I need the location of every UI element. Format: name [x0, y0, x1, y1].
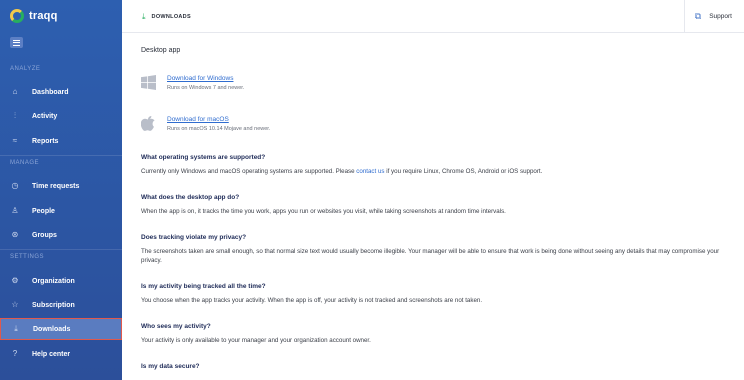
section-manage: MANAGE — [10, 160, 40, 166]
faq-item: Is my data secure? — [141, 363, 731, 370]
chat-icon: ⧉ — [694, 11, 702, 21]
faq-answer: Currently only Windows and macOS operati… — [141, 168, 543, 175]
top-bar: ⤓ DOWNLOADS ⧉ Support — [122, 0, 744, 33]
macos-download: Download for macOS Runs on macOS 10.14 M… — [141, 116, 270, 132]
section-heading: Desktop app — [141, 47, 181, 54]
sidebar-item-downloads[interactable]: ⤓ Downloads — [0, 318, 122, 340]
faq-question: Does tracking violate my privacy? — [141, 234, 247, 241]
sidebar-item-activity[interactable]: ⫶ Activity — [0, 105, 122, 127]
sidebar: traqq ANALYZE ⌂ Dashboard ⫶ Activity ≈ R… — [0, 0, 122, 380]
windows-download: Download for Windows Runs on Windows 7 a… — [141, 75, 244, 91]
breadcrumb: ⤓ DOWNLOADS — [142, 12, 191, 22]
gear-icon: ⚙ — [11, 276, 19, 285]
download-windows-link[interactable]: Download for Windows — [167, 75, 244, 82]
logo-icon — [10, 9, 24, 23]
download-macos-link[interactable]: Download for macOS — [167, 116, 270, 123]
faq-item: Does tracking violate my privacy? The sc… — [141, 234, 731, 265]
contact-us-link[interactable]: contact us — [356, 168, 384, 175]
faq-item: Is my activity being tracked all the tim… — [141, 283, 731, 305]
logo[interactable]: traqq — [10, 9, 58, 23]
faq-item: Who sees my activity? Your activity is o… — [141, 323, 731, 345]
download-icon: ⤓ — [14, 324, 18, 333]
sidebar-item-groups[interactable]: ⊛ Groups — [0, 224, 122, 246]
faq-item: What operating systems are supported? Cu… — [141, 154, 731, 176]
people-icon: ♙ — [11, 206, 19, 215]
sidebar-item-dashboard[interactable]: ⌂ Dashboard — [0, 81, 122, 103]
faq-answer: You choose when the app tracks your acti… — [141, 297, 483, 304]
home-icon: ⌂ — [12, 87, 18, 96]
help-icon: ? — [12, 349, 18, 358]
faq-item: What does the desktop app do? When the a… — [141, 194, 731, 216]
sidebar-item-subscription[interactable]: ☆ Subscription — [0, 294, 122, 316]
faq-question: Is my data secure? — [141, 363, 200, 370]
divider — [0, 249, 122, 250]
clock-icon: ◷ — [11, 181, 19, 190]
faq-answer: When the app is on, it tracks the time y… — [141, 208, 506, 215]
star-icon: ☆ — [11, 300, 19, 309]
apple-icon — [141, 116, 155, 131]
windows-icon — [141, 75, 156, 90]
section-analyze: ANALYZE — [10, 66, 41, 72]
sidebar-item-organization[interactable]: ⚙ Organization — [0, 270, 122, 292]
sidebar-item-reports[interactable]: ≈ Reports — [0, 130, 122, 152]
bar-chart-icon: ⫶ — [14, 111, 16, 120]
faq-question: Is my activity being tracked all the tim… — [141, 283, 266, 290]
sidebar-item-time-requests[interactable]: ◷ Time requests — [0, 175, 122, 197]
faq-answer: Your activity is only available to your … — [141, 337, 371, 344]
divider — [0, 155, 122, 156]
app-name: traqq — [29, 10, 58, 22]
faq-question: Who sees my activity? — [141, 323, 211, 330]
page-title: DOWNLOADS — [151, 14, 191, 20]
windows-requirements: Runs on Windows 7 and newer. — [167, 85, 245, 91]
section-settings: SETTINGS — [10, 254, 45, 260]
faq-question: What does the desktop app do? — [141, 194, 240, 201]
sidebar-item-people[interactable]: ♙ People — [0, 200, 122, 222]
support-button[interactable]: ⧉ Support — [683, 0, 732, 33]
faq-question: What operating systems are supported? — [141, 154, 266, 161]
macos-requirements: Runs on macOS 10.14 Mojave and newer. — [167, 126, 271, 132]
groups-icon: ⊛ — [11, 230, 19, 239]
hamburger-menu-button[interactable] — [10, 37, 23, 48]
sidebar-item-help-center[interactable]: ? Help center — [0, 343, 122, 365]
trend-icon: ≈ — [12, 136, 18, 145]
download-icon: ⤓ — [142, 12, 146, 21]
faq-answer: The screenshots taken are small enough, … — [141, 248, 720, 264]
